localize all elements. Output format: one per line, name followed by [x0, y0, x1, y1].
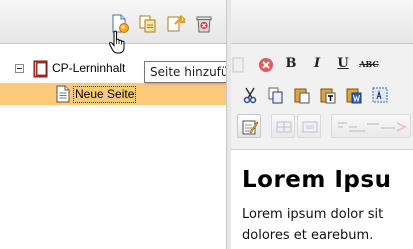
editor-toolbar-row-1: B I U ABC: [231, 52, 413, 78]
table-icon: [276, 121, 292, 133]
italic-button[interactable]: I: [305, 52, 329, 76]
paste-text-button[interactable]: [315, 82, 339, 106]
move-page-icon: [167, 15, 185, 32]
bold-button[interactable]: B: [279, 52, 303, 76]
editor-header: [231, 0, 413, 44]
cancel-icon: [259, 58, 273, 72]
edit-source-button[interactable]: [237, 114, 261, 138]
tree-node-page[interactable]: Neue Seite: [0, 83, 226, 105]
delete-page-button[interactable]: [194, 14, 214, 34]
paste-button[interactable]: [289, 82, 313, 106]
tree-child-label: Neue Seite: [73, 86, 137, 103]
move-page-button[interactable]: [166, 14, 186, 34]
scissors-icon: [243, 87, 257, 104]
layout-icon: [338, 122, 407, 132]
copy-icon: [268, 87, 283, 104]
tree-root-label: CP-Lerninhalt: [52, 61, 126, 75]
editor-toolbar: B I U ABC: [231, 44, 413, 150]
table-props-button[interactable]: [297, 114, 321, 138]
page-tree-panel: CP-Lerninhalt Neue Seite Seite hinzufüge…: [0, 0, 261, 249]
paste-text-icon: [320, 88, 336, 104]
editor-panel: B I U ABC Lorem Ipsu Lorem ipsum dolor s…: [231, 0, 413, 249]
copy-page-icon: [139, 15, 156, 33]
paste-word-button[interactable]: [341, 82, 365, 106]
strikethrough-button[interactable]: ABC: [357, 52, 381, 76]
underline-button[interactable]: U: [331, 52, 355, 76]
page-icon: [54, 85, 72, 103]
body-line: Lorem ipsum dolor sit: [242, 207, 384, 222]
paste-icon: [294, 88, 310, 104]
editor-toolbar-row-3: [231, 114, 413, 140]
editor-toolbar-row-2: [231, 82, 413, 108]
copy-page-button[interactable]: [138, 14, 158, 34]
copy-button[interactable]: [263, 82, 287, 106]
body-line: dolores et earebum.: [242, 228, 374, 243]
document-icon: [232, 57, 244, 73]
book-icon: [32, 60, 50, 78]
select-all-button[interactable]: [367, 82, 391, 106]
table-props-icon: [302, 121, 318, 133]
hand-cursor-icon: [108, 30, 125, 54]
layout-button[interactable]: [331, 114, 411, 138]
edit-icon: [242, 120, 259, 135]
table-button[interactable]: [271, 114, 295, 138]
select-all-icon: [372, 87, 388, 103]
paste-word-icon: [346, 88, 362, 104]
cancel-button[interactable]: [253, 52, 277, 76]
cut-left-button[interactable]: [231, 52, 249, 76]
document-body[interactable]: Lorem ipsum dolor sit dolores et earebum…: [242, 204, 383, 246]
delete-page-icon: [196, 16, 212, 33]
collapse-toggle-icon[interactable]: [15, 64, 24, 73]
cut-button[interactable]: [237, 82, 261, 106]
document-heading[interactable]: Lorem Ipsu: [242, 167, 391, 193]
